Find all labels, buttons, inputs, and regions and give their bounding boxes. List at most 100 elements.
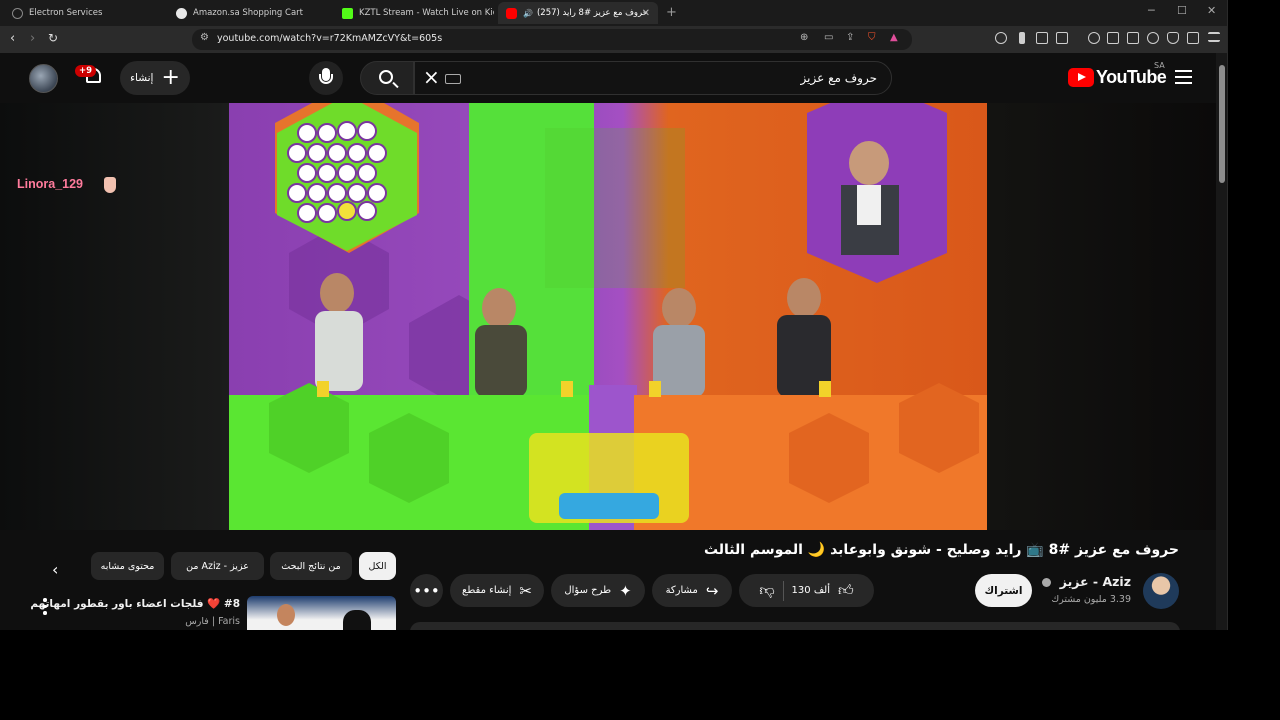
video-title: حروف مع عزيز #8 📺 رايد وصليح - شونق وابو… <box>703 542 1179 558</box>
url-text: youtube.com/watch?v=r72KmAMZcVY&t=605s <box>217 33 443 44</box>
screenshot-icon[interactable] <box>1056 32 1068 44</box>
youtube-play-icon <box>1068 68 1094 87</box>
scissors-icon: ✂ <box>519 581 532 600</box>
cast-icon[interactable]: ▭ <box>824 32 833 43</box>
reload-button[interactable]: ↻ <box>48 31 58 45</box>
notification-badge: +9 <box>75 65 97 77</box>
tab-kick[interactable]: KZTL Stream - Watch Live on Kick <box>334 2 494 24</box>
channel-name-row[interactable]: Aziz - عزيز <box>1042 574 1131 589</box>
browser-window: Electron Services Amazon.sa Shopping Car… <box>0 0 1228 630</box>
chip-search-results[interactable]: من نتائج البحث <box>270 552 352 580</box>
dislike-icon[interactable]: 👎︎ <box>759 581 774 600</box>
search-button[interactable] <box>360 61 414 95</box>
puzzle-icon[interactable] <box>1036 32 1048 44</box>
profile-icon[interactable] <box>1019 32 1025 44</box>
sidebar-icon[interactable] <box>1107 32 1119 44</box>
sparkle-icon: ✦ <box>619 581 632 600</box>
brave-shield-icon[interactable]: ⛉ <box>868 32 876 43</box>
kick-icon <box>342 7 353 19</box>
main-menu-icon[interactable] <box>1208 32 1220 42</box>
subscriber-count: 3.39 مليون مشترك <box>1051 594 1131 605</box>
zoom-icon[interactable]: ⊕ <box>800 32 808 43</box>
video-scene <box>229 103 987 530</box>
like-icon[interactable]: 👍︎ <box>838 581 854 600</box>
search-icon <box>379 70 393 84</box>
close-tab-icon[interactable]: ✕ <box>642 8 650 19</box>
tab-title: Amazon.sa Shopping Cart <box>193 8 303 18</box>
more-horizontal-icon: ••• <box>413 581 440 600</box>
back-button[interactable]: ‹ <box>10 31 15 46</box>
more-vertical-icon[interactable] <box>42 598 48 616</box>
tab-electron[interactable]: Electron Services <box>4 2 164 24</box>
chevron-left-icon[interactable]: ‹ <box>52 560 58 579</box>
brave-rewards-icon[interactable]: ▲ <box>890 32 898 43</box>
maximize-button[interactable]: ☐ <box>1177 4 1187 17</box>
description-box[interactable] <box>410 622 1180 630</box>
site-info-icon[interactable]: ⚙ <box>200 32 209 43</box>
electron-icon <box>12 7 23 19</box>
share-page-icon[interactable]: ⇪ <box>846 32 854 43</box>
subscribe-button[interactable]: اشتراك <box>975 574 1032 607</box>
share-button[interactable]: مشاركة ↪ <box>652 574 732 607</box>
channel-avatar[interactable] <box>1143 573 1179 609</box>
share-icon: ↪ <box>705 581 719 600</box>
search-box[interactable]: حروف مع عزيز × <box>414 61 892 95</box>
minimize-button[interactable]: ─ <box>1148 4 1155 17</box>
page-scrollbar[interactable] <box>1216 53 1227 630</box>
clip-label: إنشاء مقطع <box>462 585 512 596</box>
address-bar[interactable]: ⚙ youtube.com/watch?v=r72KmAMZcVY&t=605s… <box>192 29 912 50</box>
music-icon[interactable] <box>1088 32 1100 44</box>
tab-title: Electron Services <box>29 8 103 18</box>
amazon-icon <box>176 7 187 19</box>
close-window-button[interactable]: ✕ <box>1207 4 1216 17</box>
vpn-shield-icon[interactable] <box>1167 32 1179 44</box>
wallet-icon[interactable] <box>1127 32 1139 44</box>
chip-from-channel[interactable]: من Aziz - عزيز <box>171 552 264 580</box>
recommended-thumbnail[interactable] <box>247 596 396 630</box>
youtube-logo[interactable]: YouTube SA <box>1068 61 1167 88</box>
country-code: SA <box>1154 61 1165 70</box>
youtube-tab-icon <box>506 7 517 19</box>
divider <box>782 580 784 601</box>
account-avatar[interactable] <box>29 64 58 93</box>
recommended-channel[interactable]: Faris | فارس <box>185 616 240 627</box>
guide-menu-icon[interactable] <box>1175 70 1192 84</box>
search-input[interactable]: حروف مع عزيز <box>801 71 877 85</box>
overlay-username: Linora_129 <box>17 177 84 191</box>
create-label: إنشاء <box>130 72 154 84</box>
tab-youtube[interactable]: 🔊 (257) حروف مع عزيز #8 رايد ✕ <box>498 2 658 24</box>
youtube-header: YouTube SA حروف مع عزيز × إنشاء + +9 <box>0 53 1216 103</box>
new-tab-button[interactable]: + <box>666 5 677 20</box>
tab-amazon[interactable]: Amazon.sa Shopping Cart <box>168 2 328 24</box>
leo-ai-icon[interactable] <box>1147 32 1159 44</box>
recommended-title[interactable]: #8 ❤️ فلجات اعضاء باور بقطور امهاتهم <box>30 597 240 610</box>
voice-search-button[interactable] <box>309 61 343 95</box>
clip-button[interactable]: إنشاء مقطع ✂ <box>450 574 544 607</box>
verified-icon <box>1042 578 1052 587</box>
browser-toolbar: ‹ › ↻ ⚙ youtube.com/watch?v=r72KmAMZcVY&… <box>0 26 1227 53</box>
scrollbar-thumb[interactable] <box>1219 65 1225 183</box>
chip-related[interactable]: محتوى مشابه <box>91 552 164 580</box>
chip-all[interactable]: الكل <box>359 552 396 580</box>
channel-name[interactable]: Aziz - عزيز <box>1060 574 1131 589</box>
video-player[interactable]: Linora_129 <box>0 103 1216 530</box>
more-actions-button[interactable]: ••• <box>410 574 443 607</box>
like-count[interactable]: 130 ألف <box>792 585 830 596</box>
like-dislike-group: 👎︎ 130 ألف 👍︎ <box>739 574 874 607</box>
speaker-icon[interactable]: 🔊 <box>523 9 533 18</box>
ask-button[interactable]: طرح سؤال ✦ <box>551 574 645 607</box>
tab-title: KZTL Stream - Watch Live on Kick <box>359 8 494 18</box>
brave-news-icon[interactable] <box>1187 32 1199 44</box>
extension-icon[interactable] <box>995 32 1007 44</box>
create-button[interactable]: إنشاء + <box>120 61 190 95</box>
clear-search-icon[interactable]: × <box>423 65 440 89</box>
forward-button[interactable]: › <box>30 31 35 46</box>
tab-strip: Electron Services Amazon.sa Shopping Car… <box>0 0 1227 26</box>
hand-emoji-icon <box>104 177 116 193</box>
keyboard-icon[interactable] <box>445 74 461 84</box>
ask-label: طرح سؤال <box>564 585 612 596</box>
tab-title: (257) حروف مع عزيز #8 رايد <box>536 8 648 18</box>
plus-icon: + <box>161 65 180 90</box>
video-frame <box>229 103 987 530</box>
logo-text: YouTube <box>1096 67 1167 87</box>
